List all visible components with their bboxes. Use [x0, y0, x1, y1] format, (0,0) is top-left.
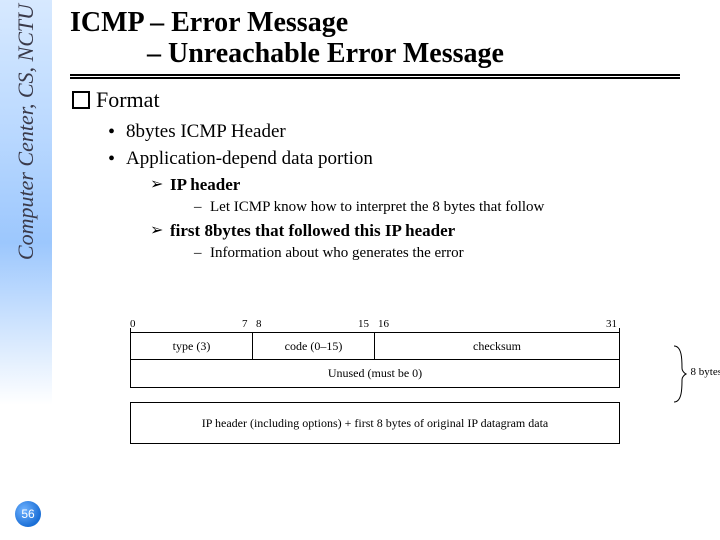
title-line-2: – Unreachable Error Message	[70, 39, 700, 70]
sub2-list: Let ICMP know how to interpret the 8 byt…	[194, 197, 700, 218]
bullet-text: 8bytes ICMP Header	[126, 121, 286, 142]
title-underline	[70, 74, 680, 77]
slide-title: ICMP – Error Message – Unreachable Error…	[70, 8, 700, 77]
brace-label: 8 bytes	[691, 366, 720, 378]
sub-list: IP header Let ICMP know how to interpret…	[150, 174, 700, 264]
page-number-badge: 56	[15, 501, 41, 527]
list-item: IP header Let ICMP know how to interpret…	[150, 174, 700, 218]
bullet-list: 8bytes ICMP Header Application-depend da…	[108, 119, 700, 264]
tick-16: 16	[378, 318, 389, 330]
list-item: Let ICMP know how to interpret the 8 byt…	[194, 197, 700, 218]
sub-label: IP header	[170, 175, 240, 194]
tick-7: 7	[242, 318, 248, 330]
tick-31: 31	[606, 318, 617, 330]
header-row-1: type (3) code (0–15) checksum	[130, 332, 620, 360]
list-item: 8bytes ICMP Header	[108, 119, 700, 145]
cell-unused: Unused (must be 0)	[131, 360, 619, 387]
square-bullet-icon	[72, 91, 90, 109]
content: ICMP – Error Message – Unreachable Error…	[70, 8, 700, 266]
section-heading-text: Format	[96, 87, 160, 112]
tick-8: 8	[256, 318, 262, 330]
list-item: Information about who generates the erro…	[194, 243, 700, 264]
bullet-text: Application-depend data portion	[126, 148, 373, 169]
sub2-list: Information about who generates the erro…	[194, 243, 700, 264]
sidebar-text: Computer Center, CS, NCTU	[13, 4, 39, 260]
header-row-2: Unused (must be 0)	[130, 360, 620, 388]
tick-15: 15	[358, 318, 369, 330]
sub-label: first 8bytes that followed this IP heade…	[170, 221, 455, 240]
bit-scale: 0 7 8 15 16 31	[130, 318, 620, 332]
slide: Computer Center, CS, NCTU 56 ICMP – Erro…	[0, 0, 720, 540]
sub-detail: Let ICMP know how to interpret the 8 byt…	[210, 199, 544, 215]
cell-code: code (0–15)	[253, 333, 375, 359]
sidebar: Computer Center, CS, NCTU	[0, 0, 52, 540]
list-item: first 8bytes that followed this IP heade…	[150, 220, 700, 264]
title-line-1: ICMP – Error Message	[70, 8, 700, 39]
packet-diagram: 0 7 8 15 16 31 type (3) code (0–15) chec…	[110, 318, 670, 444]
section-heading: Format	[72, 87, 700, 113]
list-item: Application-depend data portion IP heade…	[108, 146, 700, 264]
cell-type: type (3)	[131, 333, 253, 359]
cell-checksum: checksum	[375, 333, 619, 359]
payload-row: IP header (including options) + first 8 …	[130, 402, 620, 444]
sub-detail: Information about who generates the erro…	[210, 245, 464, 261]
